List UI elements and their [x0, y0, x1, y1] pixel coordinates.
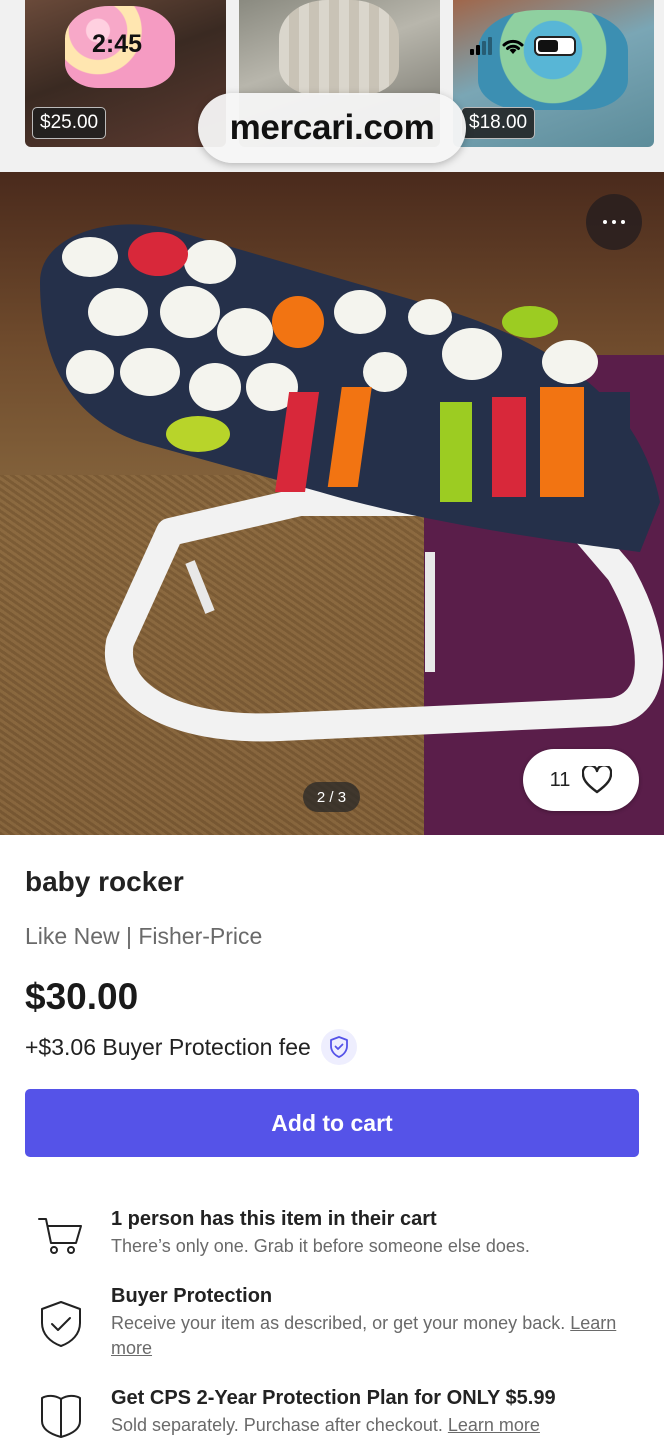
related-item-price: $18.00 [461, 107, 536, 139]
buyer-protection-fee: +$3.06 Buyer Protection fee [25, 1029, 357, 1065]
battery-icon [534, 36, 576, 56]
item-title: baby rocker [25, 866, 184, 897]
related-item-price: $25.00 [32, 107, 107, 139]
wifi-icon [502, 39, 524, 54]
item-photo [40, 224, 663, 742]
related-item-image [478, 10, 628, 110]
related-item-thumbnail[interactable]: $18.00 [453, 0, 654, 147]
url-bar[interactable]: mercari.com [198, 93, 466, 163]
related-item-thumbnail[interactable]: $25.00 [25, 0, 226, 147]
info-body-text: Receive your item as described, or get y… [111, 1313, 566, 1333]
status-time: 2:45 [92, 30, 143, 58]
like-button[interactable]: 11 [523, 749, 639, 811]
related-item-image [279, 0, 399, 95]
signal-icon [470, 37, 492, 55]
info-body-text: Sold separately. Purchase after checkout… [111, 1415, 443, 1435]
cart-icon [38, 1218, 82, 1254]
info-body: There’s only one. Grab it before someone… [111, 1236, 530, 1256]
learn-more-link[interactable]: Learn more [448, 1415, 540, 1435]
info-title: 1 person has this item in their cart [111, 1208, 437, 1230]
protection-plan-icon [41, 1394, 81, 1438]
item-condition-brand: Like New | Fisher-Price [25, 923, 263, 949]
buyer-fee-text: +$3.06 Buyer Protection fee [25, 1033, 311, 1060]
info-title: Buyer Protection [111, 1285, 273, 1307]
add-to-cart-button[interactable]: Add to cart [25, 1089, 639, 1157]
info-body: Receive your item as described, or get y… [111, 1311, 641, 1361]
heart-icon [582, 766, 613, 794]
dot [621, 220, 625, 224]
item-price: $30.00 [25, 976, 139, 1017]
dot [603, 220, 607, 224]
more-options-button[interactable] [586, 194, 642, 250]
dot [612, 220, 616, 224]
info-body: Sold separately. Purchase after checkout… [111, 1413, 641, 1438]
info-title: Get CPS 2-Year Protection Plan for ONLY … [111, 1387, 556, 1409]
status-icons [470, 35, 576, 57]
url-text: mercari.com [229, 108, 435, 147]
photo-page-indicator: 2 / 3 [303, 782, 360, 812]
item-photo-gallery[interactable]: 2 / 3 11 [0, 172, 664, 835]
like-count: 11 [549, 768, 571, 791]
shield-icon[interactable] [320, 1029, 357, 1065]
related-items-strip: $25.00 $18.00 2:45 mercari.com [0, 0, 664, 172]
shield-check-icon [41, 1301, 81, 1347]
